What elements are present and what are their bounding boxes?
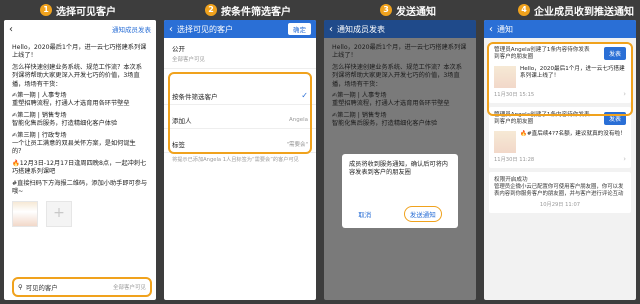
compose-message: Hello，2020最后1个月，进一云七巧搭建系列课上线了！ 怎么样快速创建业务… xyxy=(4,38,156,233)
dimmed-message: Hello，2020最后1个月，进一云七巧搭建系列课上线了！ 怎么样快速创建业务… xyxy=(324,38,476,138)
option-public[interactable]: 公开 全部客户可见 xyxy=(164,38,316,69)
select-navbar: ‹ 选择可见的客户 确定 xyxy=(164,20,316,38)
message-line: Hello，2020最后1个月，进一云七巧搭建系列课上线了！ xyxy=(332,44,467,60)
back-icon[interactable]: ‹ xyxy=(329,24,333,35)
attachment-thumbs: + xyxy=(12,200,148,227)
message-line: ✍第三期 | 行政专场 一个让员工满意的双县关怀方案，是如何诞生的？ xyxy=(12,131,136,156)
back-icon[interactable]: ‹ xyxy=(169,24,173,35)
highlight-visible-row xyxy=(12,277,152,297)
message-line: 怎么样快速创建业务系统、规范工作流？本次系列课将帮助大家更深入开发七巧的价值，3… xyxy=(12,63,142,88)
notify-members-link[interactable]: 通知成员发表 xyxy=(112,24,151,34)
dialog-text: 成员将收到服务通知，确认后可将内容发表到客户的朋友圈 xyxy=(349,161,448,177)
message-line: #直接扫码下方海报二维码，添加小助手即可参与哦~ xyxy=(12,179,148,196)
message-line: ✍第二期 | 销售专场 智能化售后服务，打造精细化客户体验 xyxy=(332,111,438,128)
confirm-button[interactable]: 确定 xyxy=(288,23,311,35)
poster-thumbnail[interactable] xyxy=(12,200,38,227)
panel-compose: ‹ 通知成员发表 Hello，2020最后1个月，进一云七巧搭建系列课上线了！ … xyxy=(4,20,156,300)
highlight-filter-options xyxy=(168,72,312,154)
poster-thumbnail xyxy=(494,130,516,153)
message-line: Hello，2020最后1个月，进一云七巧搭建系列课上线了！ xyxy=(12,44,147,60)
option-public-sub: 全部客户可见 xyxy=(172,57,206,63)
back-icon[interactable]: ‹ xyxy=(9,24,13,35)
step-2-header: 2 按条件筛选客户 xyxy=(205,3,291,18)
cancel-button[interactable]: 取消 xyxy=(358,206,371,222)
option-public-label: 公开 xyxy=(172,45,185,53)
filter-tip: 将提示已添加Angela 1人且标签为“需要会”的客户可见 xyxy=(172,157,299,163)
notify-title: 通知 xyxy=(497,24,513,34)
step-2-number: 2 xyxy=(205,4,217,16)
send-notice-button[interactable]: 发送通知 xyxy=(403,206,442,222)
chevron-right-icon: › xyxy=(623,154,626,163)
step-1-title: 选择可见客户 xyxy=(56,6,116,18)
step-4-number: 4 xyxy=(518,4,530,16)
preview-text: 🔥#直后续4?7名额，建议就真的没有啦！ xyxy=(520,130,626,137)
back-icon[interactable]: ‹ xyxy=(489,24,493,35)
step-4-title: 企业成员收到推送通知 xyxy=(534,6,634,18)
highlight-first-notification xyxy=(487,42,633,116)
step-2-title: 按条件筛选客户 xyxy=(221,6,291,18)
compose-navbar: ‹ 通知成员发表 xyxy=(4,20,156,38)
message-line: 🔥12月3日-12月17日逢周四晚8点，一起冲刺七巧搭建系列课吧 xyxy=(12,159,147,176)
step-3-title: 发送通知 xyxy=(396,6,436,18)
plus-icon: + xyxy=(53,205,65,222)
step-4-header: 4 企业成员收到推送通知 xyxy=(518,3,634,18)
message-line: ✍第二期 | 销售专场 智能化售后服务，打造精细化客户体验 xyxy=(12,111,118,128)
step-3-header: 3 发送通知 xyxy=(380,3,436,18)
step-1-header: 1 选择可见客户 xyxy=(40,3,116,18)
panel-notifications: ‹ 通知 管理员Angela创建了1条内容待你发表到客户的朋友圈 发表 Hell… xyxy=(484,20,636,300)
select-title: 选择可见的客户 xyxy=(177,24,233,34)
panel-send-notice: ‹ 通知成员发表 Hello，2020最后1个月，进一云七巧搭建系列课上线了！ … xyxy=(324,20,476,300)
permission-card: 权限开启成功 管理员企微小云已配置你可使用客户朋友圈，你可以发表内容到你服务客户… xyxy=(489,171,631,214)
message-line: ✍第一期 | 人事专场 重塑招聘流程，打通人才选育用各环节壁垒 xyxy=(332,92,450,108)
message-line: ✍第一期 | 人事专场 重塑招聘流程，打通人才选育用各环节壁垒 xyxy=(12,92,130,108)
message-line: 怎么样快速创建业务系统、规范工作流？本次系列课将帮助大家更深入开发七巧的价值，3… xyxy=(332,63,462,88)
add-image-button[interactable]: + xyxy=(46,200,72,227)
panel-select-customers: ‹ 选择可见的客户 确定 公开 全部客户可见 按条件筛选客户 ✓ 添加人 Ang… xyxy=(164,20,316,300)
send-navbar: ‹ 通知成员发表 xyxy=(324,20,476,38)
card-title: 权限开启成功 xyxy=(494,176,528,183)
card-preview: 🔥#直后续4?7名额，建议就真的没有啦！ xyxy=(494,130,626,153)
dialog-buttons: 取消 发送通知 xyxy=(342,206,458,222)
step-1-number: 1 xyxy=(40,4,52,16)
notify-navbar: ‹ 通知 xyxy=(484,20,636,38)
confirm-dialog: 成员将收到服务通知，确认后可将内容发表到客户的朋友圈 取消 发送通知 xyxy=(342,154,458,228)
card-desc: 管理员企微小云已配置你可使用客户朋友圈，你可以发表内容到你服务客户的朋友圈，并与… xyxy=(494,184,624,198)
screenshot-stage: 1 选择可见客户 2 按条件筛选客户 3 发送通知 4 企业成员收到推送通知 ‹… xyxy=(0,0,640,304)
step-3-number: 3 xyxy=(380,4,392,16)
send-title: 通知成员发表 xyxy=(337,24,385,34)
card-time: 10月29日 11:07 xyxy=(539,202,581,209)
card-time: 11月30日 11:28 xyxy=(494,156,535,163)
